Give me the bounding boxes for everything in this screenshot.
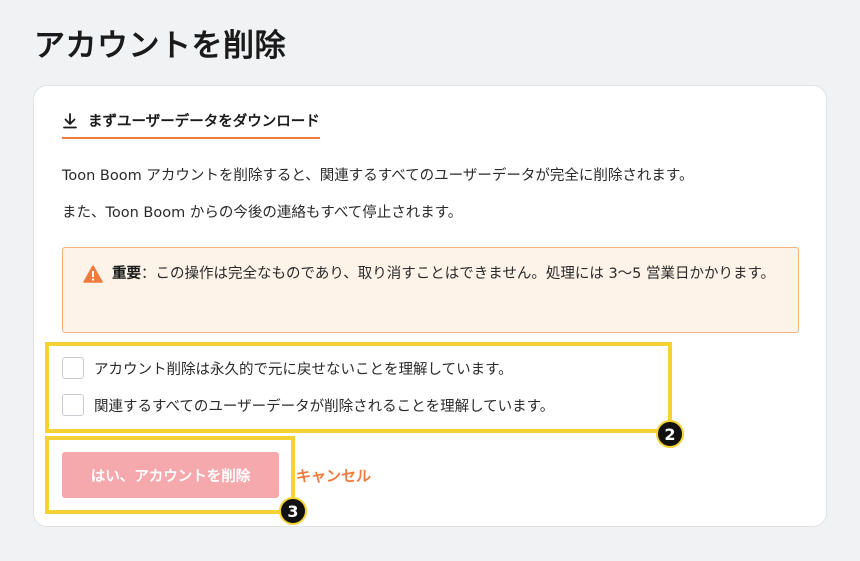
description-line-2: また、Toon Boom からの今後の連絡もすべて停止されます。 <box>62 205 463 221</box>
cancel-link[interactable]: キャンセル <box>296 465 371 486</box>
download-user-data-link[interactable]: まずユーザーデータをダウンロード <box>62 110 320 139</box>
checkbox-data-deletion[interactable] <box>62 394 84 416</box>
warning-message: 重要：この操作は完全なものであり、取り消すことはできません。処理には 3〜5 営… <box>112 262 782 286</box>
warning-text: ：この操作は完全なものであり、取り消すことはできません。処理には 3〜5 営業日… <box>141 266 776 282</box>
step-badge-2: 2 <box>656 420 684 448</box>
highlight-checkboxes <box>45 342 672 433</box>
download-link-label: まずユーザーデータをダウンロード <box>88 114 320 130</box>
page-title: アカウントを削除 <box>34 28 286 64</box>
download-icon <box>62 112 78 129</box>
confirm-delete-button[interactable]: はい、アカウントを削除 <box>62 452 279 498</box>
warning-box: 重要：この操作は完全なものであり、取り消すことはできません。処理には 3〜5 営… <box>62 247 799 333</box>
checkbox-permanent-label: アカウント削除は永久的で元に戻せないことを理解しています。 <box>94 361 513 378</box>
checkbox-row-permanent[interactable]: アカウント削除は永久的で元に戻せないことを理解しています。 <box>62 357 513 379</box>
warning-strong-label: 重要 <box>112 266 141 282</box>
warning-icon <box>83 265 103 287</box>
checkbox-row-data-deletion[interactable]: 関連するすべてのユーザーデータが削除されることを理解しています。 <box>62 394 554 416</box>
checkbox-permanent[interactable] <box>62 357 84 379</box>
step-badge-3: 3 <box>279 497 307 525</box>
checkbox-data-deletion-label: 関連するすべてのユーザーデータが削除されることを理解しています。 <box>94 398 555 415</box>
description-line-1: Toon Boom アカウントを削除すると、関連するすべてのユーザーデータが完全… <box>62 168 694 184</box>
